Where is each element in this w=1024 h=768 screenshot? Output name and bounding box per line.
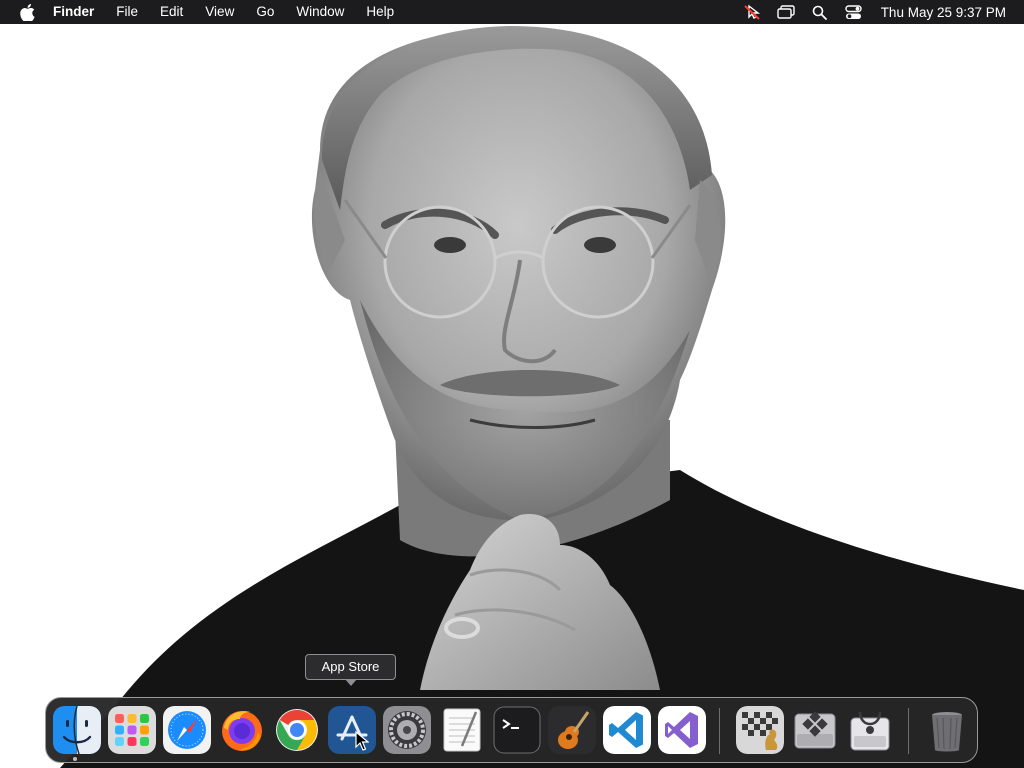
pointer-off-icon[interactable] — [743, 3, 761, 21]
menu-app-name[interactable]: Finder — [49, 0, 105, 24]
system-preferences-icon[interactable] — [383, 706, 431, 754]
desktop-wallpaper — [0, 0, 1024, 768]
menu-view[interactable]: View — [194, 0, 245, 24]
menu-edit[interactable]: Edit — [149, 0, 194, 24]
vscode-icon[interactable] — [603, 706, 651, 754]
mouse-cursor-icon — [355, 730, 370, 756]
visual-studio-icon[interactable] — [658, 706, 706, 754]
finder-running-indicator — [73, 757, 77, 761]
dock-separator — [719, 708, 720, 754]
boot-camp-icon[interactable] — [791, 706, 839, 754]
screens-icon[interactable] — [776, 3, 795, 21]
terminal-icon[interactable] — [493, 706, 541, 754]
apple-menu-icon[interactable] — [18, 0, 36, 24]
control-center-icon[interactable] — [845, 3, 863, 21]
menu-go[interactable]: Go — [245, 0, 285, 24]
menu-window[interactable]: Window — [285, 0, 355, 24]
finder-icon[interactable] — [53, 706, 101, 754]
menu-help[interactable]: Help — [355, 0, 405, 24]
dock-separator — [908, 708, 909, 754]
garageband-icon[interactable] — [548, 706, 596, 754]
trash-icon[interactable] — [923, 706, 971, 754]
menu-clock[interactable]: Thu May 25 9:37 PM — [881, 5, 1006, 20]
menu-bar: Finder File Edit View Go Window Help Thu… — [0, 0, 1024, 24]
disk-utility-icon[interactable] — [846, 706, 894, 754]
textedit-icon[interactable] — [438, 706, 486, 754]
search-icon[interactable] — [811, 3, 829, 21]
menu-file[interactable]: File — [105, 0, 149, 24]
chess-icon[interactable] — [736, 706, 784, 754]
dock — [45, 697, 978, 763]
chrome-icon[interactable] — [273, 706, 321, 754]
firefox-icon[interactable] — [218, 706, 266, 754]
portrait-wallpaper-image — [0, 0, 1024, 768]
tooltip-arrow — [345, 679, 357, 686]
safari-icon[interactable] — [163, 706, 211, 754]
dock-tooltip: App Store — [305, 654, 396, 680]
launchpad-icon[interactable] — [108, 706, 156, 754]
